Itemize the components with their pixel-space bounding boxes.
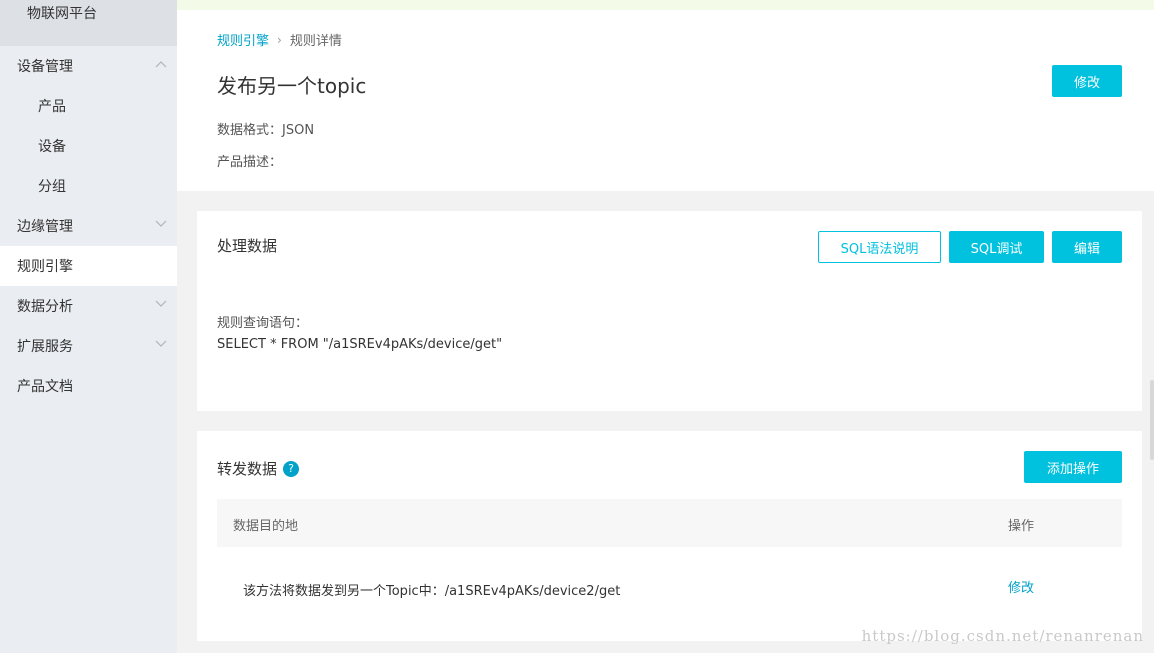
process-data-card: 处理数据 SQL语法说明 SQL调试 编辑 规则查询语句： SELECT * F…: [197, 211, 1142, 411]
rule-header-panel: 规则引擎 › 规则详情 发布另一个topic 修改 数据格式：JSON 产品描述…: [177, 10, 1154, 191]
sidebar-item-edge-management[interactable]: 边缘管理: [0, 206, 177, 246]
sidebar-item-product-docs[interactable]: 产品文档: [0, 366, 177, 406]
modify-rule-button[interactable]: 修改: [1052, 65, 1122, 97]
sidebar: 物联网平台 设备管理 产品 设备 分组 边缘管理 规则引擎 数据分析 扩展服务 …: [0, 0, 177, 653]
breadcrumb-rule-engine-link[interactable]: 规则引擎: [217, 30, 269, 49]
query-statement: SELECT * FROM "/a1SREv4pAKs/device/get": [217, 337, 503, 352]
chevron-down-icon: [155, 220, 167, 230]
sidebar-item-label: 设备: [38, 139, 66, 155]
watermark: https://blog.csdn.net/renanrenan: [861, 627, 1144, 645]
sidebar-item-label: 设备管理: [17, 59, 73, 75]
forward-data-title: 转发数据?: [217, 458, 300, 479]
platform-title: 物联网平台: [0, 0, 177, 46]
sidebar-item-extension-services[interactable]: 扩展服务: [0, 326, 177, 366]
forward-data-title-text: 转发数据: [217, 460, 278, 478]
row-destination: 该方法将数据发到另一个Topic中：/a1SREv4pAKs/device2/g…: [243, 584, 621, 599]
sidebar-item-label: 数据分析: [17, 299, 73, 315]
table-row: 该方法将数据发到另一个Topic中：/a1SREv4pAKs/device2/g…: [217, 567, 1122, 607]
sql-debug-button[interactable]: SQL调试: [949, 231, 1044, 263]
sidebar-item-device-management[interactable]: 设备管理: [0, 46, 177, 86]
sidebar-item-groups[interactable]: 分组: [0, 166, 177, 206]
row-modify-link[interactable]: 修改: [1008, 577, 1034, 596]
page-title: 发布另一个topic: [217, 74, 367, 98]
breadcrumb-separator-icon: ›: [277, 32, 282, 47]
chevron-up-icon: [155, 60, 167, 70]
sidebar-item-label: 扩展服务: [17, 339, 73, 355]
breadcrumb-current: 规则详情: [289, 34, 342, 49]
main-content: 规则引擎 › 规则详情 发布另一个topic 修改 数据格式：JSON 产品描述…: [177, 0, 1154, 653]
product-description-text: 产品描述：: [217, 155, 283, 170]
sidebar-item-label: 边缘管理: [17, 219, 73, 235]
sidebar-item-rule-engine[interactable]: 规则引擎: [0, 246, 177, 286]
sidebar-item-data-analysis[interactable]: 数据分析: [0, 286, 177, 326]
scrollbar[interactable]: [1150, 380, 1154, 460]
edit-sql-button[interactable]: 编辑: [1052, 231, 1122, 263]
table-header: 数据目的地 操作: [217, 499, 1122, 547]
sidebar-item-devices[interactable]: 设备: [0, 126, 177, 166]
forward-data-card: 转发数据? 添加操作 数据目的地 操作 该方法将数据发到另一个Topic中：/a…: [197, 431, 1142, 641]
top-notice-strip: [177, 0, 1154, 10]
column-header-actions: 操作: [1008, 519, 1035, 534]
chevron-down-icon: [155, 340, 167, 350]
data-format-text: 数据格式：JSON: [217, 123, 315, 138]
add-action-button[interactable]: 添加操作: [1024, 451, 1122, 483]
sidebar-item-label: 规则引擎: [17, 259, 73, 275]
sidebar-item-label: 产品文档: [17, 379, 73, 395]
column-header-destination: 数据目的地: [233, 519, 299, 534]
process-data-title: 处理数据: [217, 237, 278, 255]
breadcrumb: 规则引擎 › 规则详情: [217, 30, 342, 50]
sidebar-item-label: 分组: [38, 179, 66, 195]
sidebar-item-products[interactable]: 产品: [0, 86, 177, 126]
sql-syntax-help-button[interactable]: SQL语法说明: [818, 231, 941, 263]
sidebar-item-label: 产品: [38, 99, 66, 115]
chevron-down-icon: [155, 300, 167, 310]
query-label: 规则查询语句：: [217, 316, 309, 331]
help-circle-icon[interactable]: ?: [283, 460, 300, 477]
